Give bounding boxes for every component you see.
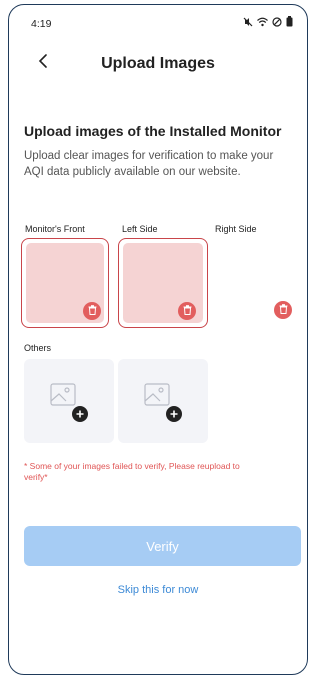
wifi-icon: [257, 17, 268, 27]
verification-error-message: * Some of your images failed to verify, …: [24, 461, 240, 482]
section-description: Upload clear images for verification to …: [24, 150, 274, 178]
battery-icon: [286, 16, 293, 27]
monitor-front-image-slot[interactable]: [21, 238, 109, 328]
trash-icon: [279, 301, 288, 319]
plus-icon: [166, 406, 182, 422]
slot-label-right: Right Side: [215, 224, 257, 234]
delete-right-button[interactable]: [274, 301, 292, 319]
status-bar: 4:19: [9, 5, 307, 37]
page-title: Upload Images: [101, 55, 215, 72]
do-not-disturb-icon: [272, 16, 282, 27]
add-other-image-button[interactable]: [118, 359, 208, 443]
slot-label-front: Monitor's Front: [25, 224, 85, 234]
mute-icon: [243, 17, 253, 27]
status-icons: [243, 16, 293, 27]
right-side-image-slot[interactable]: [215, 238, 303, 328]
delete-left-button[interactable]: [178, 302, 196, 320]
others-label: Others: [24, 343, 52, 353]
header: Upload Images: [9, 47, 307, 83]
slot-label-left: Left Side: [122, 224, 158, 234]
phone-frame: 4:19 Upload Images Upload images of the …: [8, 4, 308, 675]
verify-button[interactable]: Verify: [24, 526, 301, 566]
add-other-image-button[interactable]: [24, 359, 114, 443]
trash-icon: [88, 302, 97, 320]
trash-icon: [183, 302, 192, 320]
section-title: Upload images of the Installed Monitor: [24, 123, 282, 139]
status-time: 4:19: [31, 18, 52, 30]
plus-icon: [72, 406, 88, 422]
delete-front-button[interactable]: [83, 302, 101, 320]
skip-link[interactable]: Skip this for now: [9, 584, 307, 596]
left-side-image-slot[interactable]: [118, 238, 208, 328]
